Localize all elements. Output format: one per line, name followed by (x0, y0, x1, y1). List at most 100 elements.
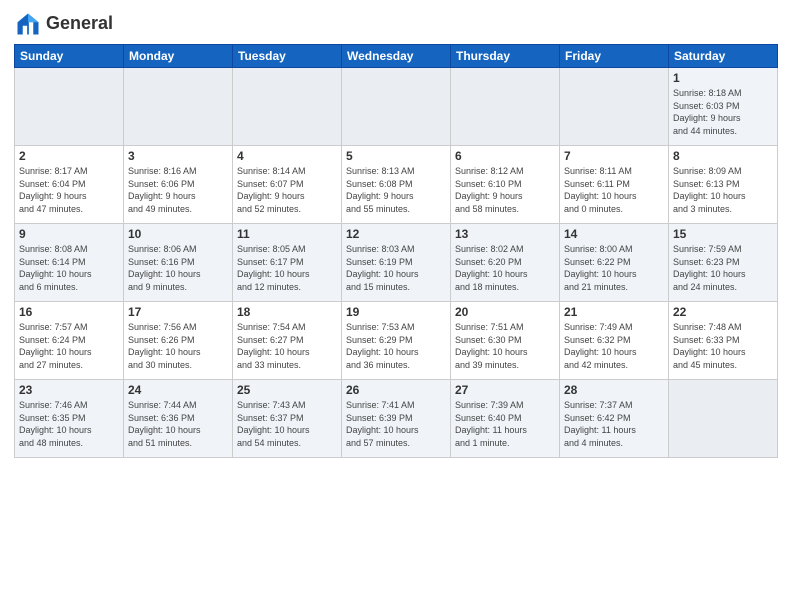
day-number: 27 (455, 383, 555, 397)
day-info: Sunrise: 8:14 AM Sunset: 6:07 PM Dayligh… (237, 165, 337, 215)
calendar-cell (342, 68, 451, 146)
calendar-cell: 1 Sunrise: 8:18 AM Sunset: 6:03 PM Daylig… (669, 68, 778, 146)
day-info: Sunrise: 7:49 AM Sunset: 6:32 PM Dayligh… (564, 321, 664, 371)
day-number: 17 (128, 305, 228, 319)
calendar-week-row: 9 Sunrise: 8:08 AM Sunset: 6:14 PM Daylig… (15, 224, 778, 302)
day-info: Sunrise: 7:59 AM Sunset: 6:23 PM Dayligh… (673, 243, 773, 293)
weekday-header-wednesday: Wednesday (342, 45, 451, 68)
calendar-cell: 6 Sunrise: 8:12 AM Sunset: 6:10 PM Daylig… (451, 146, 560, 224)
day-number: 26 (346, 383, 446, 397)
day-number: 15 (673, 227, 773, 241)
calendar-cell (124, 68, 233, 146)
day-info: Sunrise: 8:08 AM Sunset: 6:14 PM Dayligh… (19, 243, 119, 293)
calendar-cell: 17 Sunrise: 7:56 AM Sunset: 6:26 PM Dayli… (124, 302, 233, 380)
weekday-header-monday: Monday (124, 45, 233, 68)
day-number: 8 (673, 149, 773, 163)
day-number: 14 (564, 227, 664, 241)
calendar-cell: 18Sunrise: 7:54 AM Sunset: 6:27 PM Dayli… (233, 302, 342, 380)
calendar-week-row: 2Sunrise: 8:17 AM Sunset: 6:04 PM Daylig… (15, 146, 778, 224)
calendar-cell (15, 68, 124, 146)
day-info: Sunrise: 7:48 AM Sunset: 6:33 PM Dayligh… (673, 321, 773, 371)
logo: General (14, 10, 113, 38)
calendar-cell: 19 Sunrise: 7:53 AM Sunset: 6:29 PM Dayli… (342, 302, 451, 380)
calendar-page: General SundayMondayTuesdayWednesdayThur… (0, 0, 792, 612)
day-number: 16 (19, 305, 119, 319)
calendar-week-row: 23 Sunrise: 7:46 AM Sunset: 6:35 PM Dayli… (15, 380, 778, 458)
day-number: 20 (455, 305, 555, 319)
day-info: Sunrise: 7:44 AM Sunset: 6:36 PM Dayligh… (128, 399, 228, 449)
day-info: Sunrise: 7:57 AM Sunset: 6:24 PM Dayligh… (19, 321, 119, 371)
calendar-cell: 7Sunrise: 8:11 AM Sunset: 6:11 PM Daylig… (560, 146, 669, 224)
logo-text: General (46, 14, 113, 34)
calendar-cell (233, 68, 342, 146)
day-number: 3 (128, 149, 228, 163)
day-number: 11 (237, 227, 337, 241)
day-number: 4 (237, 149, 337, 163)
calendar-cell: 9 Sunrise: 8:08 AM Sunset: 6:14 PM Daylig… (15, 224, 124, 302)
day-info: Sunrise: 8:02 AM Sunset: 6:20 PM Dayligh… (455, 243, 555, 293)
calendar-cell: 24Sunrise: 7:44 AM Sunset: 6:36 PM Dayli… (124, 380, 233, 458)
day-info: Sunrise: 7:54 AM Sunset: 6:27 PM Dayligh… (237, 321, 337, 371)
day-info: Sunrise: 8:18 AM Sunset: 6:03 PM Dayligh… (673, 87, 773, 137)
day-number: 2 (19, 149, 119, 163)
day-number: 28 (564, 383, 664, 397)
calendar-cell: 10 Sunrise: 8:06 AM Sunset: 6:16 PM Dayli… (124, 224, 233, 302)
day-info: Sunrise: 8:03 AM Sunset: 6:19 PM Dayligh… (346, 243, 446, 293)
day-number: 25 (237, 383, 337, 397)
calendar-cell: 23 Sunrise: 7:46 AM Sunset: 6:35 PM Dayli… (15, 380, 124, 458)
day-info: Sunrise: 8:00 AM Sunset: 6:22 PM Dayligh… (564, 243, 664, 293)
weekday-header-sunday: Sunday (15, 45, 124, 68)
calendar-cell: 2Sunrise: 8:17 AM Sunset: 6:04 PM Daylig… (15, 146, 124, 224)
day-number: 10 (128, 227, 228, 241)
calendar-week-row: 1 Sunrise: 8:18 AM Sunset: 6:03 PM Daylig… (15, 68, 778, 146)
day-info: Sunrise: 8:12 AM Sunset: 6:10 PM Dayligh… (455, 165, 555, 215)
day-info: Sunrise: 7:41 AM Sunset: 6:39 PM Dayligh… (346, 399, 446, 449)
day-info: Sunrise: 8:09 AM Sunset: 6:13 PM Dayligh… (673, 165, 773, 215)
day-number: 9 (19, 227, 119, 241)
calendar-cell: 8 Sunrise: 8:09 AM Sunset: 6:13 PM Daylig… (669, 146, 778, 224)
calendar-cell: 4 Sunrise: 8:14 AM Sunset: 6:07 PM Daylig… (233, 146, 342, 224)
page-header: General (14, 10, 778, 38)
calendar-cell: 20 Sunrise: 7:51 AM Sunset: 6:30 PM Dayli… (451, 302, 560, 380)
calendar-table: SundayMondayTuesdayWednesdayThursdayFrid… (14, 44, 778, 458)
calendar-cell: 27Sunrise: 7:39 AM Sunset: 6:40 PM Dayli… (451, 380, 560, 458)
day-info: Sunrise: 8:05 AM Sunset: 6:17 PM Dayligh… (237, 243, 337, 293)
calendar-cell (451, 68, 560, 146)
day-info: Sunrise: 7:46 AM Sunset: 6:35 PM Dayligh… (19, 399, 119, 449)
calendar-cell: 15 Sunrise: 7:59 AM Sunset: 6:23 PM Dayli… (669, 224, 778, 302)
calendar-cell: 13 Sunrise: 8:02 AM Sunset: 6:20 PM Dayli… (451, 224, 560, 302)
day-info: Sunrise: 7:51 AM Sunset: 6:30 PM Dayligh… (455, 321, 555, 371)
calendar-cell: 21Sunrise: 7:49 AM Sunset: 6:32 PM Dayli… (560, 302, 669, 380)
calendar-week-row: 16 Sunrise: 7:57 AM Sunset: 6:24 PM Dayli… (15, 302, 778, 380)
calendar-cell (669, 380, 778, 458)
calendar-cell: 25 Sunrise: 7:43 AM Sunset: 6:37 PM Dayli… (233, 380, 342, 458)
day-number: 19 (346, 305, 446, 319)
day-info: Sunrise: 8:06 AM Sunset: 6:16 PM Dayligh… (128, 243, 228, 293)
day-number: 6 (455, 149, 555, 163)
calendar-cell: 5Sunrise: 8:13 AM Sunset: 6:08 PM Daylig… (342, 146, 451, 224)
day-number: 5 (346, 149, 446, 163)
day-info: Sunrise: 7:56 AM Sunset: 6:26 PM Dayligh… (128, 321, 228, 371)
weekday-header-friday: Friday (560, 45, 669, 68)
calendar-cell (560, 68, 669, 146)
calendar-cell: 22 Sunrise: 7:48 AM Sunset: 6:33 PM Dayli… (669, 302, 778, 380)
calendar-cell: 28 Sunrise: 7:37 AM Sunset: 6:42 PM Dayli… (560, 380, 669, 458)
logo-icon (14, 10, 42, 38)
weekday-header-row: SundayMondayTuesdayWednesdayThursdayFrid… (15, 45, 778, 68)
day-info: Sunrise: 7:53 AM Sunset: 6:29 PM Dayligh… (346, 321, 446, 371)
day-number: 13 (455, 227, 555, 241)
calendar-cell: 11 Sunrise: 8:05 AM Sunset: 6:17 PM Dayli… (233, 224, 342, 302)
weekday-header-thursday: Thursday (451, 45, 560, 68)
day-number: 22 (673, 305, 773, 319)
calendar-cell: 3 Sunrise: 8:16 AM Sunset: 6:06 PM Daylig… (124, 146, 233, 224)
weekday-header-tuesday: Tuesday (233, 45, 342, 68)
calendar-cell: 12 Sunrise: 8:03 AM Sunset: 6:19 PM Dayli… (342, 224, 451, 302)
day-info: Sunrise: 7:37 AM Sunset: 6:42 PM Dayligh… (564, 399, 664, 449)
day-info: Sunrise: 8:16 AM Sunset: 6:06 PM Dayligh… (128, 165, 228, 215)
weekday-header-saturday: Saturday (669, 45, 778, 68)
day-number: 7 (564, 149, 664, 163)
day-number: 1 (673, 71, 773, 85)
day-number: 23 (19, 383, 119, 397)
day-info: Sunrise: 7:43 AM Sunset: 6:37 PM Dayligh… (237, 399, 337, 449)
day-number: 12 (346, 227, 446, 241)
